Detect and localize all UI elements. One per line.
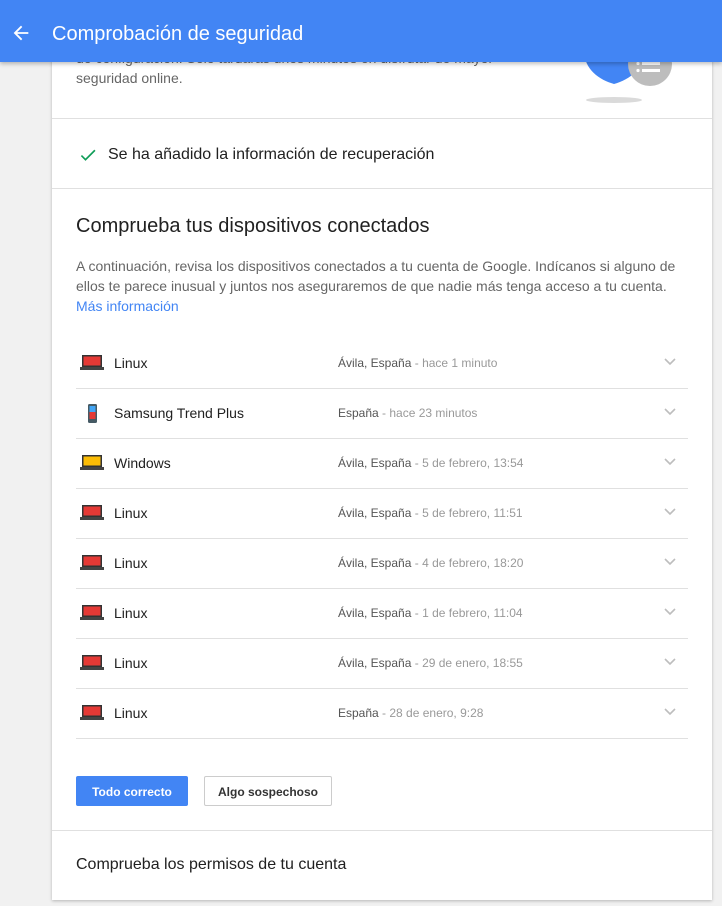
back-arrow-icon[interactable]	[10, 22, 32, 44]
device-time: 1 de febrero, 11:04	[422, 606, 523, 620]
device-name: Linux	[114, 655, 148, 671]
device-location: Ávila, España	[338, 356, 412, 370]
device-name: Linux	[114, 605, 148, 621]
divider	[52, 118, 712, 119]
device-last-activity: Ávila, España - 5 de febrero, 11:51	[338, 506, 523, 520]
laptop-red-icon	[80, 505, 104, 520]
separator: -	[411, 656, 423, 670]
device-time: 28 de enero, 9:28	[389, 706, 484, 720]
device-time: 4 de febrero, 18:20	[422, 556, 524, 570]
devices-section-title: Comprueba tus dispositivos conectados	[76, 215, 430, 237]
devices-section-description: A continuación, revisa los dispositivos …	[76, 256, 696, 316]
permissions-section-title[interactable]: Comprueba los permisos de tu cuenta	[76, 856, 346, 874]
device-row[interactable]: Linux Ávila, España - 1 de febrero, 11:04	[76, 589, 688, 639]
all-correct-button[interactable]: Todo correcto	[76, 776, 188, 806]
chevron-down-icon[interactable]	[664, 558, 676, 566]
chevron-down-icon[interactable]	[664, 708, 676, 716]
device-last-activity: Ávila, España - 4 de febrero, 18:20	[338, 556, 523, 570]
laptop-red-icon	[80, 655, 104, 670]
device-row[interactable]: Linux Ávila, España - 4 de febrero, 18:20	[76, 539, 688, 589]
something-suspicious-button[interactable]: Algo sospechoso	[204, 776, 332, 806]
device-time: 5 de febrero, 11:51	[422, 506, 523, 520]
divider	[52, 830, 712, 831]
separator: -	[411, 356, 423, 370]
device-last-activity: Ávila, España - 29 de enero, 18:55	[338, 656, 523, 670]
laptop-red-icon	[80, 705, 104, 720]
device-last-activity: Ávila, España - hace 1 minuto	[338, 356, 497, 370]
device-location: Ávila, España	[338, 456, 412, 470]
device-row[interactable]: Samsung Trend Plus España - hace 23 minut…	[76, 389, 688, 439]
device-name: Linux	[114, 355, 148, 371]
chevron-down-icon[interactable]	[664, 408, 676, 416]
device-time: 5 de febrero, 13:54	[422, 456, 524, 470]
device-name: Windows	[114, 455, 171, 471]
device-last-activity: España - 28 de enero, 9:28	[338, 706, 483, 720]
device-location: Ávila, España	[338, 606, 412, 620]
chevron-down-icon[interactable]	[664, 608, 676, 616]
separator: -	[411, 456, 423, 470]
device-last-activity: Ávila, España - 1 de febrero, 11:04	[338, 606, 523, 620]
chevron-down-icon[interactable]	[664, 458, 676, 466]
device-name: Linux	[114, 555, 148, 571]
device-row[interactable]: Linux Ávila, España - hace 1 minuto	[76, 339, 688, 389]
device-row[interactable]: Windows Ávila, España - 5 de febrero, 13:…	[76, 439, 688, 489]
device-row[interactable]: Linux Ávila, España - 5 de febrero, 11:51	[76, 489, 688, 539]
divider	[52, 188, 712, 189]
device-location: España	[338, 706, 379, 720]
device-location: Ávila, España	[338, 556, 412, 570]
separator: -	[411, 556, 423, 570]
separator: -	[378, 706, 390, 720]
device-name: Samsung Trend Plus	[114, 405, 244, 421]
laptop-red-icon	[80, 355, 104, 370]
device-name: Linux	[114, 505, 148, 521]
device-location: España	[338, 406, 379, 420]
device-time: 29 de enero, 18:55	[422, 656, 523, 670]
app-bar: Comprobación de seguridad	[0, 0, 722, 62]
device-name: Linux	[114, 705, 148, 721]
phone-icon	[88, 404, 97, 423]
devices-list: Linux Ávila, España - hace 1 minuto Samsun…	[76, 339, 688, 739]
device-last-activity: Ávila, España - 5 de febrero, 13:54	[338, 456, 523, 470]
description-text: A continuación, revisa los dispositivos …	[76, 258, 676, 294]
laptop-red-icon	[80, 605, 104, 620]
chevron-down-icon[interactable]	[664, 358, 676, 366]
device-time: hace 23 minutos	[389, 406, 478, 420]
separator: -	[378, 406, 390, 420]
device-location: Ávila, España	[338, 506, 412, 520]
separator: -	[411, 606, 423, 620]
laptop-yellow-icon	[80, 455, 104, 470]
device-location: Ávila, España	[338, 656, 412, 670]
check-icon	[80, 149, 96, 161]
chevron-down-icon[interactable]	[664, 658, 676, 666]
device-row[interactable]: Linux Ávila, España - 29 de enero, 18:55	[76, 639, 688, 689]
device-row[interactable]: Linux España - 28 de enero, 9:28	[76, 689, 688, 739]
separator: -	[411, 506, 423, 520]
security-checkup-card: de configuración. Solo tardarás unos min…	[52, 40, 712, 900]
device-last-activity: España - hace 23 minutos	[338, 406, 477, 420]
laptop-red-icon	[80, 555, 104, 570]
recovery-status-text: Se ha añadido la información de recupera…	[108, 146, 435, 163]
page-title: Comprobación de seguridad	[52, 23, 304, 45]
device-time: hace 1 minuto	[422, 356, 498, 370]
chevron-down-icon[interactable]	[664, 508, 676, 516]
more-info-link[interactable]: Más información	[76, 298, 179, 314]
